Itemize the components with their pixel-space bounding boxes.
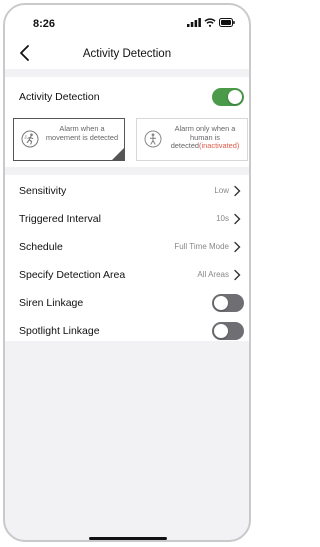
navigation-bar: Activity Detection [5,39,249,69]
motion-icon [21,130,39,148]
setting-row-sensitivity[interactable]: Sensitivity Low [5,177,249,205]
motion-mode-text: Alarm when a movement is detected [45,124,119,142]
siren-linkage-toggle[interactable] [212,294,244,312]
setting-label: Schedule [19,241,63,253]
status-time: 8:26 [33,18,56,30]
setting-label: Sensitivity [19,185,67,197]
human-icon [144,130,162,148]
chevron-right-icon [234,269,241,281]
setting-row-spotlight-linkage: Spotlight Linkage [5,317,249,345]
toggle-knob [214,324,228,338]
wifi-icon [204,18,216,27]
setting-label: Spotlight Linkage [19,325,100,337]
home-indicator [89,537,167,540]
status-icons [187,18,235,27]
human-detection-mode-card[interactable]: Alarm only when a human is detected(inac… [136,118,248,161]
setting-value: Low [214,186,229,195]
activity-detection-label: Activity Detection [19,91,100,103]
chevron-right-icon [234,241,241,253]
settings-list: Sensitivity Low Triggered Interval 10s S… [5,175,249,341]
setting-label: Triggered Interval [19,213,101,225]
battery-icon [219,18,235,27]
inactivated-status: (inactivated) [199,141,240,151]
setting-label: Siren Linkage [19,297,84,309]
motion-detection-mode-card[interactable]: Alarm when a movement is detected [13,118,125,161]
selected-corner-marker [112,148,124,160]
setting-row-triggered-interval[interactable]: Triggered Interval 10s [5,205,249,233]
setting-value: All Areas [197,270,229,279]
phone-frame: 8:26 Activity Detection Activity Detecti… [3,3,251,542]
activity-detection-section: Activity Detection Alarm when a movement… [5,77,249,167]
setting-value: Full Time Mode [174,242,229,251]
setting-row-siren-linkage: Siren Linkage [5,289,249,317]
chevron-right-icon [234,213,241,225]
toggle-knob [214,296,228,310]
setting-label: Specify Detection Area [19,269,126,281]
setting-value: 10s [216,214,229,223]
spotlight-linkage-toggle[interactable] [212,322,244,340]
human-mode-text: Alarm only when a human is detected(inac… [167,124,243,151]
chevron-right-icon [234,185,241,197]
status-bar: 8:26 [5,5,249,39]
page-title: Activity Detection [82,48,172,60]
setting-row-detection-area[interactable]: Specify Detection Area All Areas [5,261,249,289]
signal-icon [187,18,201,27]
toggle-knob [228,90,242,104]
activity-detection-toggle[interactable] [212,88,244,106]
setting-row-schedule[interactable]: Schedule Full Time Mode [5,233,249,261]
